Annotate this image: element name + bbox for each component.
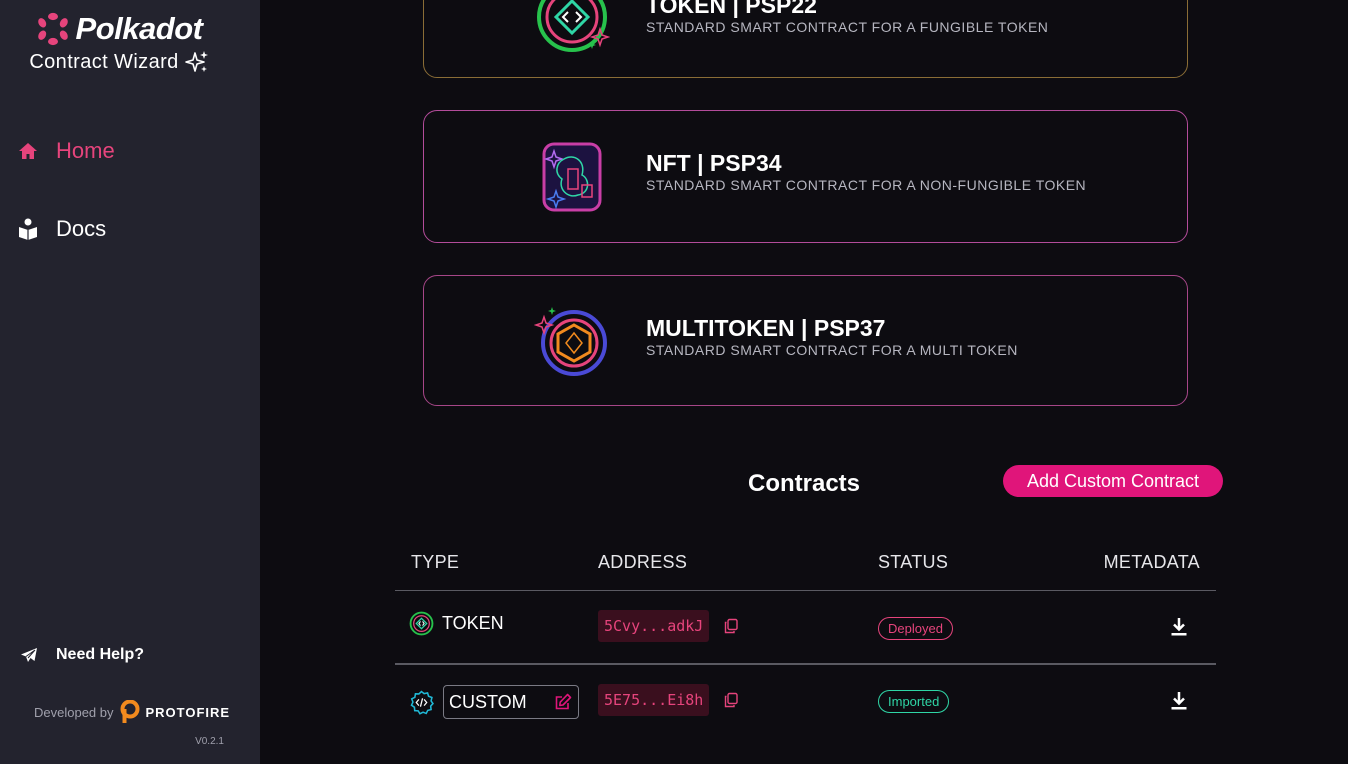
card-title: MULTITOKEN | PSP37 [646, 315, 886, 341]
table-row: CUSTOM 5E75...Ei8h Imported [395, 664, 1216, 737]
card-token-psp22[interactable]: TOKEN | PSP22 STANDARD SMART CONTRACT FO… [423, 0, 1188, 78]
card-description: STANDARD SMART CONTRACT FOR A MULTI TOKE… [646, 342, 1018, 358]
add-custom-contract-button[interactable]: Add Custom Contract [1003, 465, 1223, 497]
type-cell: CUSTOM [409, 685, 579, 719]
nav-docs-label: Docs [56, 216, 107, 241]
contract-address: 5Cvy...adkJ [598, 610, 710, 642]
custom-code-icon [410, 690, 434, 715]
nav-home[interactable]: Home [18, 138, 115, 164]
sidebar: Polkadot Contract Wizard Home Docs Need … [0, 0, 260, 764]
developed-by: Developed by PROTOFIRE [34, 700, 230, 724]
card-title: TOKEN | PSP22 [646, 0, 817, 18]
contracts-table: TYPE ADDRESS STATUS METADATA TOKEN 5Cvy.… [395, 540, 1216, 737]
card-multitoken-text: MULTITOKEN | PSP37 STANDARD SMART CONTRA… [646, 314, 1018, 358]
address-cell: 5Cvy...adkJ [598, 610, 739, 642]
card-description: STANDARD SMART CONTRACT FOR A FUNGIBLE T… [646, 19, 1049, 35]
developed-by-label: Developed by [34, 704, 114, 720]
need-help-link[interactable]: Need Help? [20, 646, 144, 664]
edit-icon[interactable] [554, 693, 572, 711]
brand[interactable]: Polkadot Contract Wizard [24, 10, 214, 74]
need-help-label: Need Help? [56, 646, 145, 663]
nft-psp34-icon [542, 142, 602, 212]
nav-home-label: Home [56, 138, 115, 163]
download-icon[interactable] [1170, 617, 1188, 637]
copy-icon[interactable] [723, 692, 739, 708]
card-token-text: TOKEN | PSP22 STANDARD SMART CONTRACT FO… [646, 0, 1048, 35]
contract-type: CUSTOM [449, 691, 527, 712]
nav-docs[interactable]: Docs [18, 216, 106, 242]
card-multitoken-psp37[interactable]: MULTITOKEN | PSP37 STANDARD SMART CONTRA… [423, 275, 1188, 406]
address-cell: 5E75...Ei8h [598, 684, 739, 716]
column-header-metadata: METADATA [1103, 552, 1200, 572]
copy-icon[interactable] [723, 618, 739, 634]
table-header: TYPE ADDRESS STATUS METADATA [395, 540, 1216, 591]
column-header-status: STATUS [878, 552, 949, 572]
app: Polkadot Contract Wizard Home Docs Need … [0, 0, 1348, 764]
column-header-type: TYPE [411, 552, 460, 572]
token-type-icon [409, 611, 434, 636]
home-icon [19, 143, 37, 159]
brand-name: Polkadot [75, 11, 203, 46]
contracts-title: Contracts [748, 470, 861, 497]
download-icon[interactable] [1170, 691, 1188, 711]
app-version: V0.2.1 [195, 736, 224, 747]
type-cell: TOKEN [409, 611, 504, 636]
status-badge: Imported [878, 690, 950, 713]
contract-type: TOKEN [442, 613, 504, 633]
card-description: STANDARD SMART CONTRACT FOR A NON-FUNGIB… [646, 177, 1087, 193]
multitoken-psp37-icon [534, 307, 607, 376]
token-psp22-icon [537, 0, 610, 52]
card-title: NFT | PSP34 [646, 150, 782, 176]
table-row: TOKEN 5Cvy...adkJ Deployed [395, 591, 1216, 664]
brand-subtitle: Contract Wizard [29, 50, 179, 73]
polkadot-logo-icon [37, 12, 68, 46]
column-header-address: ADDRESS [598, 552, 688, 572]
custom-name-field[interactable]: CUSTOM [443, 685, 579, 719]
status-badge: Deployed [878, 617, 953, 640]
card-nft-text: NFT | PSP34 STANDARD SMART CONTRACT FOR … [646, 149, 1086, 193]
telegram-icon [21, 648, 37, 662]
card-nft-psp34[interactable]: NFT | PSP34 STANDARD SMART CONTRACT FOR … [423, 110, 1188, 243]
developer-name: PROTOFIRE [145, 704, 231, 720]
contract-address: 5E75...Ei8h [598, 684, 710, 716]
book-reader-icon [19, 218, 37, 240]
sparkles-icon [184, 51, 208, 72]
protofire-logo-icon [120, 700, 139, 723]
